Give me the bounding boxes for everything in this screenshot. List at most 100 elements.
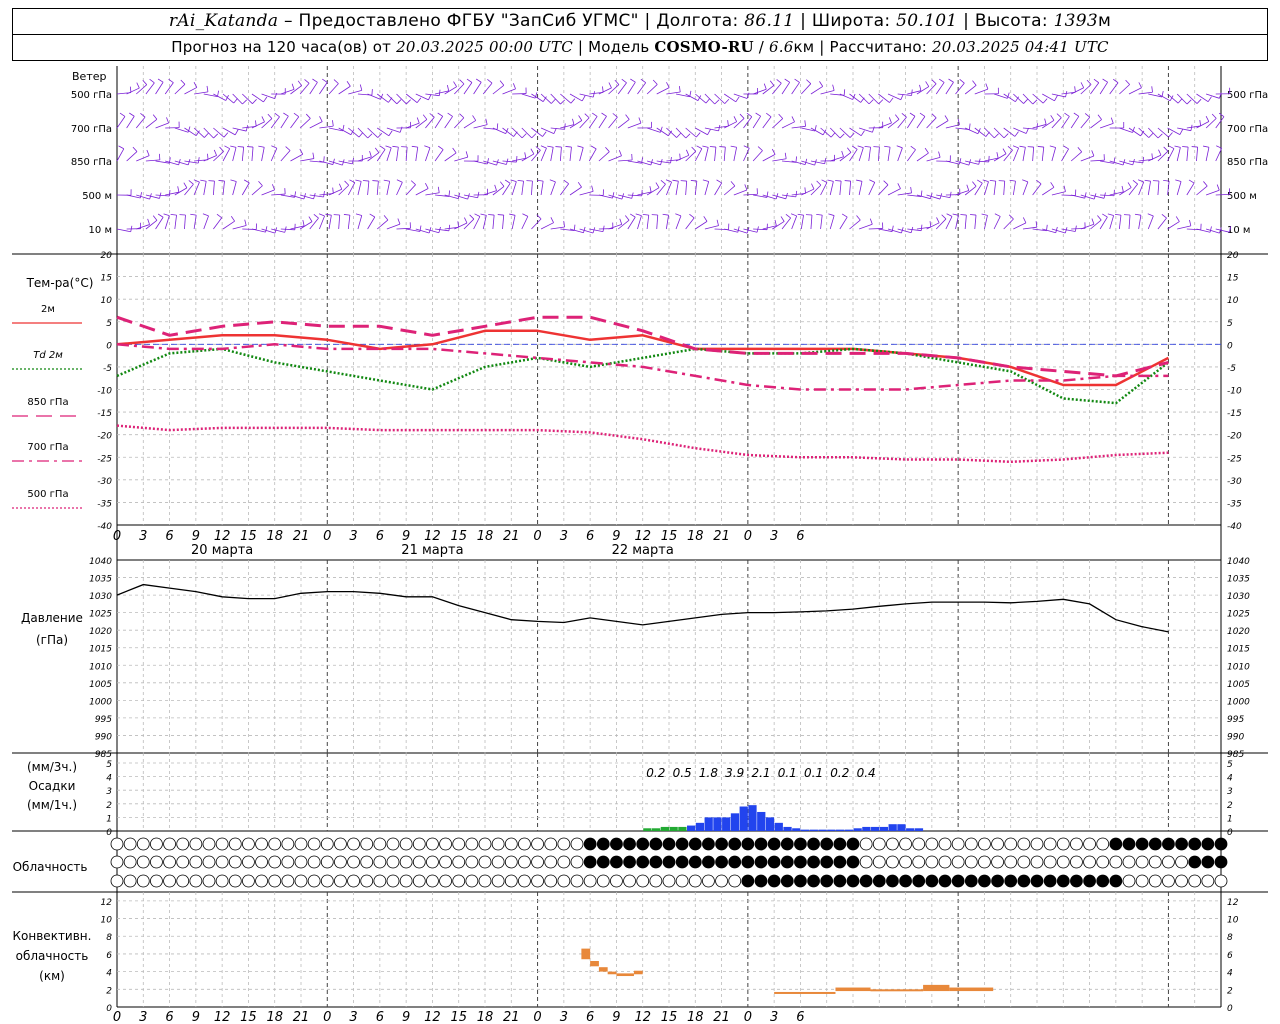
wind-barb-flag	[224, 145, 230, 150]
wind-barb	[907, 149, 916, 162]
wind-barb	[1041, 147, 1045, 162]
wind-barb	[964, 85, 977, 95]
wind-level-left-3: 500 м	[82, 191, 112, 202]
wind-barb	[579, 191, 594, 196]
cloud-circle-2	[820, 874, 834, 888]
wind-barb-flag	[1179, 129, 1184, 135]
prec-y-tick-right-4: 1	[1227, 814, 1233, 824]
wind-barb-flag	[230, 145, 237, 148]
wind-barb-flag	[1050, 115, 1055, 121]
wind-level-left-2: 850 гПа	[71, 157, 112, 168]
conv-segment-9	[923, 984, 950, 992]
wind-barb	[280, 116, 289, 129]
wind-barb	[415, 188, 429, 196]
wind-barb	[521, 216, 529, 230]
wind-barb	[1186, 182, 1195, 196]
pres-y-tick-right-5: 1015	[1227, 645, 1250, 655]
cloud-circle-1	[1070, 855, 1083, 869]
cloud-circle-1	[412, 855, 426, 869]
pres-ylabel-unit: (гПа)	[36, 633, 68, 647]
wind-barb	[164, 215, 170, 230]
prec-bar-26	[871, 826, 880, 831]
temp-legend-label-0: 2м	[41, 304, 55, 315]
prec-bar-4	[678, 826, 687, 831]
cloud-circle-1	[846, 855, 860, 869]
wind-barb-flag	[889, 97, 894, 103]
wind-barb-flag	[302, 220, 305, 227]
wind-barb-flag	[504, 179, 511, 184]
wind-barb-flag	[237, 146, 244, 148]
wind-barb	[116, 116, 126, 129]
cloud-circle-0	[439, 837, 452, 851]
prec-total-5: 0.1	[778, 766, 797, 780]
cloud-circle-0	[1070, 837, 1083, 851]
conv-y-tick-right-2: 8	[1227, 933, 1233, 943]
cloud-circle-1	[1175, 855, 1188, 869]
wind-barb-flag	[966, 184, 970, 191]
wind-barb	[367, 181, 370, 196]
wind-barb	[1128, 160, 1143, 164]
wind-barb	[367, 152, 380, 162]
wind-barb-flag	[931, 79, 937, 85]
wind-barb-flag	[952, 213, 959, 216]
wind-barb	[878, 93, 890, 103]
prec-y-tick-left-4: 1	[106, 814, 112, 824]
conv-x-tick-8: 0	[323, 1010, 331, 1024]
wind-barb-flag	[332, 120, 334, 127]
conv-x-tick-16: 0	[533, 1010, 541, 1024]
wind-barb	[964, 215, 967, 230]
conv-y-tick-left-0: 12	[101, 898, 113, 908]
wind-barb	[319, 82, 328, 95]
wind-barb-flag	[1188, 179, 1195, 184]
wind-barb	[502, 160, 517, 163]
conv-segment-1	[590, 961, 599, 967]
cloud-circle-2	[596, 874, 610, 888]
cloud-circle-2	[110, 874, 124, 888]
wind-barb-flag	[570, 98, 576, 104]
wind-barb	[550, 147, 554, 162]
wind-barb	[849, 93, 861, 103]
wind-barb-flag	[285, 146, 291, 151]
wind-barb-flag	[929, 221, 932, 228]
wind-title: Ветер	[72, 70, 106, 83]
wind-barb-flag	[804, 120, 806, 127]
wind-barb	[762, 116, 772, 129]
wind-barb	[251, 185, 263, 196]
cloud-circle-0	[1043, 837, 1057, 851]
wind-barb-flag	[1065, 90, 1068, 98]
cloud-circle-2	[1188, 874, 1202, 888]
wind-barb-flag	[428, 94, 432, 101]
wind-barb-flag	[868, 99, 874, 105]
wind-barb-flag	[872, 126, 875, 133]
pres-y-tick-left-2: 1030	[89, 592, 112, 602]
cloud-circle-0	[544, 837, 558, 851]
wind-barb-flag	[843, 89, 846, 96]
wind-barb-flag	[1022, 179, 1029, 183]
wind-barb-flag	[333, 79, 339, 84]
wind-barb-flag	[703, 216, 708, 222]
wind-barb	[598, 151, 610, 162]
wind-barb-flag	[1207, 96, 1212, 102]
pres-y-tick-left-1: 1035	[89, 575, 112, 585]
wind-barb-flag	[689, 213, 695, 219]
wind-barb	[309, 194, 324, 198]
wind-barb	[357, 156, 372, 162]
wind-barb-flag	[860, 130, 865, 136]
wind-barb-flag	[1216, 184, 1220, 191]
wind-barb-flag	[305, 113, 311, 119]
wind-barb	[531, 127, 543, 137]
wind-barb	[704, 225, 719, 230]
prec-bar-30	[906, 828, 915, 831]
cloud-circle-1	[531, 855, 544, 869]
wind-barb-flag	[685, 149, 690, 156]
wind-barb	[694, 148, 703, 162]
wind-barb-flag	[429, 113, 435, 118]
wind-barb-flag	[293, 112, 300, 118]
conv-x-tick-6: 18	[266, 1010, 283, 1024]
cloud-circle-0	[662, 837, 676, 851]
wind-barb-flag	[897, 183, 901, 189]
cloud-circle-1	[741, 855, 755, 869]
wind-barb	[646, 84, 658, 95]
wind-barb	[935, 82, 945, 95]
conv-y-tick-left-4: 4	[106, 969, 112, 979]
